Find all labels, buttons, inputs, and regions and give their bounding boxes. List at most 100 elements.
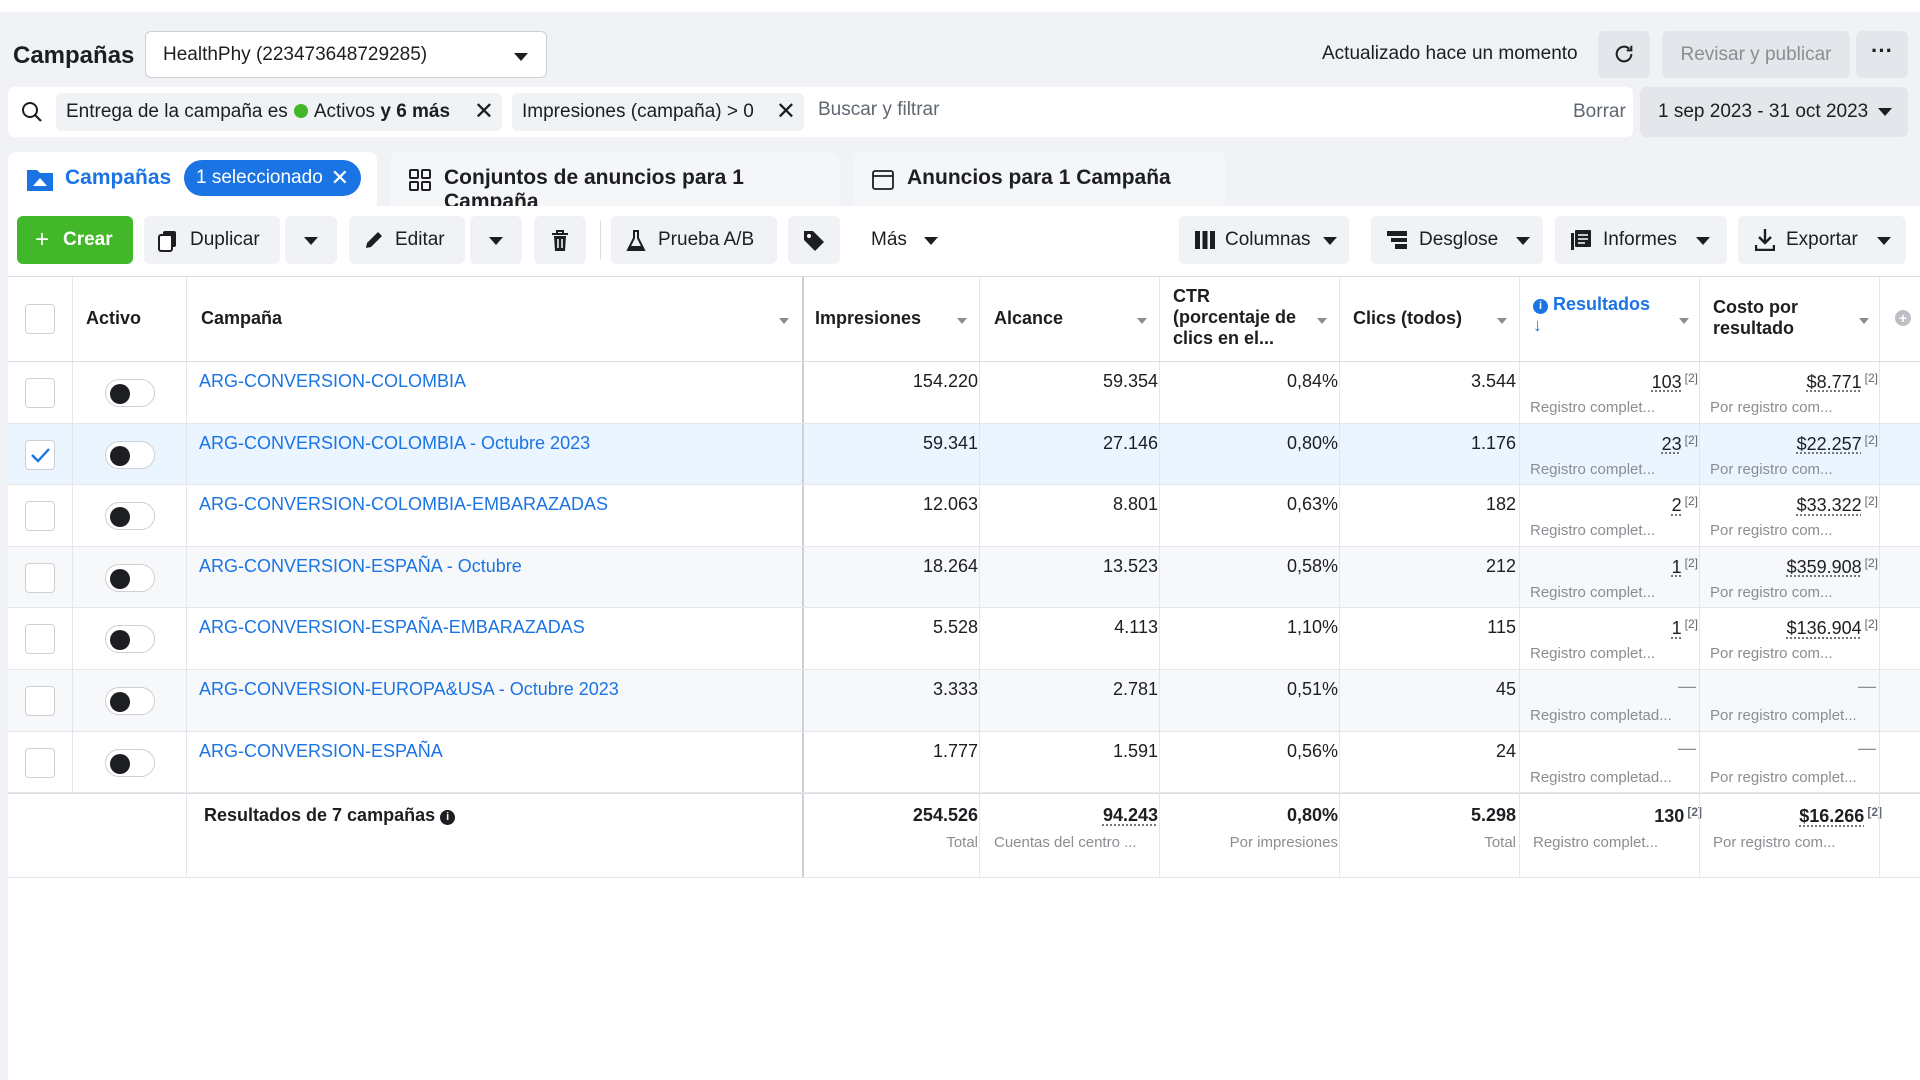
tab-ads[interactable]: Anuncios para 1 Campaña xyxy=(853,152,1225,206)
col-reach[interactable]: Alcance xyxy=(994,308,1063,329)
tag-button[interactable] xyxy=(788,216,840,264)
export-button[interactable]: Exportar xyxy=(1738,216,1906,264)
col-impressions[interactable]: Impresiones xyxy=(815,308,921,329)
campaign-name-link[interactable]: ARG-CONVERSION-ESPAÑA xyxy=(199,741,443,762)
ctr-value: 0,51% xyxy=(1286,679,1338,699)
duplicate-icon xyxy=(158,231,176,252)
duplicate-dropdown[interactable] xyxy=(285,216,337,264)
close-icon[interactable]: ✕ xyxy=(474,93,494,131)
more-actions-button[interactable]: Más xyxy=(853,216,953,264)
campaign-name-link[interactable]: ARG-CONVERSION-ESPAÑA - Octubre xyxy=(199,556,522,577)
campaign-name-link[interactable]: ARG-CONVERSION-ESPAÑA-EMBARAZADAS xyxy=(199,617,585,638)
account-selector[interactable]: HealthPhy (223473648729285) xyxy=(145,31,547,78)
cost-value[interactable]: $22.257 [2] xyxy=(1797,433,1878,455)
reports-icon xyxy=(1571,230,1591,250)
sort-icon[interactable] xyxy=(1317,318,1327,324)
campaign-toggle[interactable] xyxy=(105,625,155,654)
filter-chip-delivery[interactable]: Entrega de la campaña es Activos y 6 más … xyxy=(56,93,502,131)
review-publish-button[interactable]: Revisar y publicar xyxy=(1662,31,1850,78)
tab-adsets[interactable]: Conjuntos de anuncios para 1 Campaña xyxy=(390,152,840,213)
col-clicks[interactable]: Clics (todos) xyxy=(1353,308,1462,329)
clear-filters-button[interactable]: Borrar xyxy=(1573,101,1626,123)
edit-dropdown[interactable] xyxy=(470,216,522,264)
results-value[interactable]: 1 [2] xyxy=(1672,556,1698,578)
add-column-icon[interactable]: + xyxy=(1895,310,1911,326)
reports-button[interactable]: Informes xyxy=(1555,216,1727,264)
row-checkbox[interactable] xyxy=(25,747,55,778)
selected-badge[interactable]: 1 seleccionado ✕ xyxy=(184,160,361,196)
select-all-checkbox[interactable] xyxy=(25,304,55,334)
total-reach-number: 94.243 xyxy=(1102,805,1158,826)
duplicate-button[interactable]: Duplicar xyxy=(144,216,280,264)
filter-chip-value: Activos xyxy=(313,101,376,122)
row-checkbox[interactable] xyxy=(25,562,55,593)
info-icon[interactable]: i xyxy=(440,810,456,826)
table-row[interactable]: ARG-CONVERSION-ESPAÑA-EMBARAZADAS 5.528 4.… xyxy=(8,608,1920,670)
table-row[interactable]: ARG-CONVERSION-COLOMBIA - Octubre 2023 59… xyxy=(8,423,1920,486)
row-checkbox[interactable] xyxy=(25,439,55,470)
table-row[interactable]: ARG-CONVERSION-COLOMBIA-EMBARAZADAS 12.06… xyxy=(8,485,1920,547)
results-value[interactable]: 2 [2] xyxy=(1672,494,1698,516)
campaign-toggle[interactable] xyxy=(105,440,155,469)
table-row[interactable]: ARG-CONVERSION-EUROPA&USA - Octubre 2023… xyxy=(8,670,1920,732)
sort-icon[interactable] xyxy=(957,318,967,324)
row-checkbox[interactable] xyxy=(25,378,55,408)
results-value[interactable]: 103 [2] xyxy=(1652,371,1698,393)
col-results[interactable]: i Resultados ↓ xyxy=(1533,294,1650,336)
table-row[interactable]: ARG-CONVERSION-ESPAÑA - Octubre 18.264 13.… xyxy=(8,546,1920,609)
sort-icon[interactable] xyxy=(1137,318,1147,324)
columns-label: Columnas xyxy=(1225,229,1311,250)
cost-type: Por registro com... xyxy=(1710,645,1833,663)
filter-chip-impressions[interactable]: Impresiones (campaña) > 0 ✕ xyxy=(512,93,804,131)
date-range-picker[interactable]: 1 sep 2023 - 31 oct 2023 xyxy=(1640,87,1908,137)
chevron-down-icon xyxy=(514,53,528,61)
trash-icon xyxy=(552,230,568,251)
clicks-value: 1.176 xyxy=(1470,432,1516,453)
refresh-button[interactable] xyxy=(1598,31,1650,78)
col-campaign[interactable]: Campaña xyxy=(201,308,282,329)
sort-icon[interactable] xyxy=(1679,318,1689,324)
col-active[interactable]: Activo xyxy=(86,308,141,329)
row-checkbox[interactable] xyxy=(25,624,55,655)
sort-icon[interactable] xyxy=(1497,318,1507,324)
cost-value[interactable]: $359.908 [2] xyxy=(1787,556,1878,578)
cost-value[interactable]: $8.771 [2] xyxy=(1807,371,1878,393)
cost-value[interactable]: $33.322 [2] xyxy=(1797,494,1878,516)
tab-label: Anuncios para 1 Campaña xyxy=(907,166,1171,189)
search-icon xyxy=(22,102,42,122)
campaign-name-link[interactable]: ARG-CONVERSION-COLOMBIA-EMBARAZADAS xyxy=(199,494,608,515)
results-value[interactable]: 1 [2] xyxy=(1672,617,1698,639)
date-range-label: 1 sep 2023 - 31 oct 2023 xyxy=(1658,101,1869,122)
col-ctr[interactable]: CTR (porcentaje de clics en el... xyxy=(1173,286,1296,349)
more-options-button[interactable]: ··· xyxy=(1856,31,1908,78)
sort-icon[interactable] xyxy=(1859,318,1869,324)
results-value[interactable]: 23 [2] xyxy=(1662,433,1698,455)
close-icon[interactable]: ✕ xyxy=(331,160,349,196)
row-checkbox[interactable] xyxy=(25,686,55,716)
campaign-toggle[interactable] xyxy=(105,379,155,407)
campaign-name-link[interactable]: ARG-CONVERSION-COLOMBIA xyxy=(199,371,466,392)
campaign-name-link[interactable]: ARG-CONVERSION-COLOMBIA - Octubre 2023 xyxy=(199,433,590,454)
close-icon[interactable]: ✕ xyxy=(776,93,796,131)
ab-test-button[interactable]: Prueba A/B xyxy=(611,216,777,264)
campaign-toggle[interactable] xyxy=(105,563,155,592)
breakdown-button[interactable]: Desglose xyxy=(1371,216,1543,264)
create-button[interactable]: + Crear xyxy=(17,216,133,264)
delete-button[interactable] xyxy=(534,216,586,264)
campaign-toggle[interactable] xyxy=(105,502,155,531)
campaign-toggle[interactable] xyxy=(105,748,155,777)
campaign-toggle[interactable] xyxy=(105,687,155,715)
edit-button[interactable]: Editar xyxy=(349,216,465,264)
tab-campaigns[interactable]: Campañas 1 seleccionado ✕ xyxy=(8,152,377,212)
sort-icon[interactable] xyxy=(779,318,789,324)
search-input[interactable] xyxy=(818,99,1318,121)
cost-value[interactable]: $136.904 [2] xyxy=(1787,617,1878,639)
table-row[interactable]: ARG-CONVERSION-COLOMBIA 154.220 59.354 0,84… xyxy=(8,362,1920,424)
columns-button[interactable]: Columnas xyxy=(1179,216,1349,264)
campaign-name-link[interactable]: ARG-CONVERSION-EUROPA&USA - Octubre 2023 xyxy=(199,679,619,700)
row-checkbox[interactable] xyxy=(25,501,55,532)
attribution-note: [2] xyxy=(1864,555,1878,570)
table-row[interactable]: ARG-CONVERSION-ESPAÑA 1.777 1.591 0,56% 24 — R… xyxy=(8,731,1920,794)
col-cost-per-result[interactable]: Costo por resultado xyxy=(1713,297,1798,339)
download-icon xyxy=(1755,229,1775,251)
